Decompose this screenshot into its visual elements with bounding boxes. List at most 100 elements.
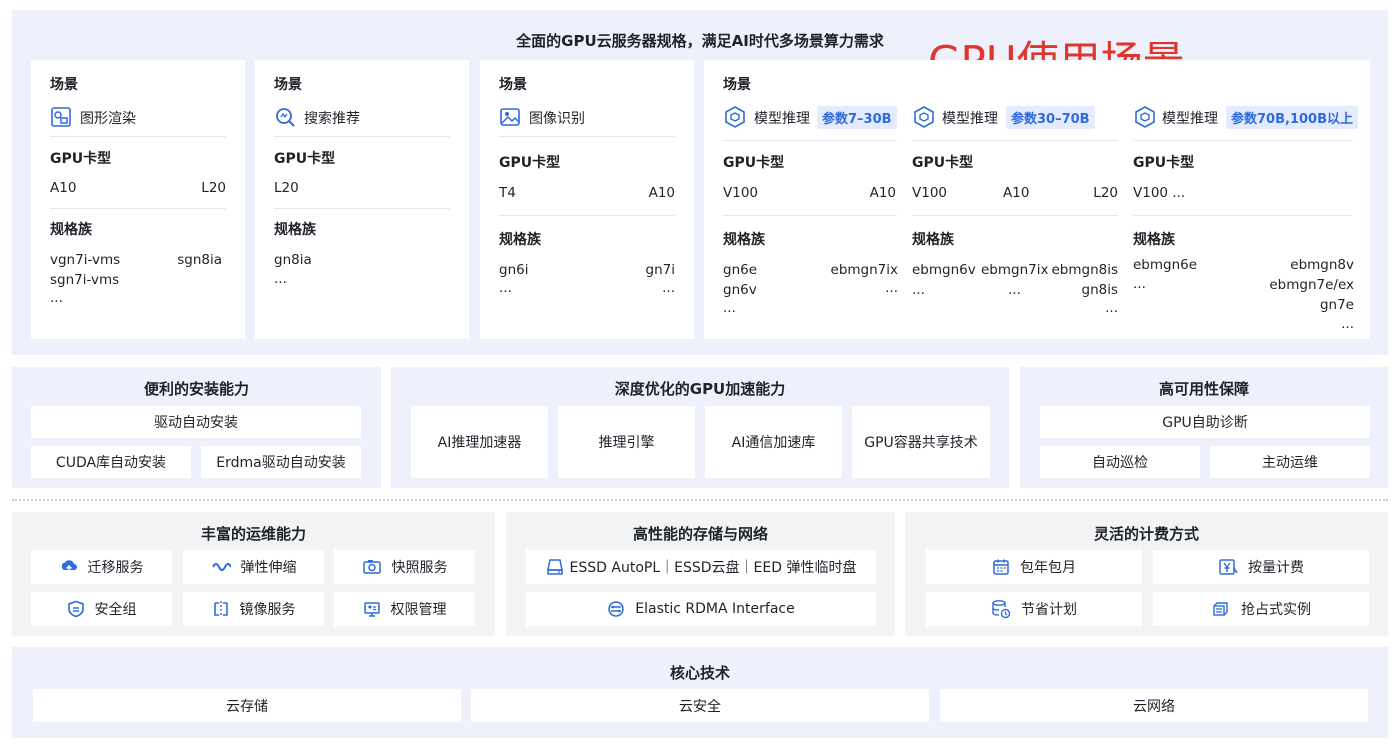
family-item: ... — [885, 280, 898, 296]
family-label: 规格族 — [50, 222, 92, 238]
family-item: ebmgn7e/ex — [1269, 277, 1354, 293]
gpu-model: A10 — [50, 180, 77, 196]
cube-icon — [912, 105, 936, 129]
accel-title: 深度优化的GPU加速能力 — [614, 380, 786, 398]
family-label: 规格族 — [723, 232, 765, 248]
billing-title: 灵活的计费方式 — [1093, 525, 1199, 543]
ops-title: 丰富的运维能力 — [200, 525, 306, 543]
render-icon — [50, 106, 72, 128]
cube-icon — [1133, 105, 1157, 129]
scene-name-inference: 模型推理 — [1162, 111, 1218, 127]
storage-item-label: ESSD AutoPL｜ESSD云盘｜EED 弹性临时盘 — [569, 560, 857, 576]
gpu-model: V100 — [723, 185, 759, 201]
storage-title: 高性能的存储与网络 — [632, 525, 768, 543]
ops-item-label: 镜像服务 — [239, 602, 296, 618]
family-item: ebmgn8v — [1290, 257, 1354, 273]
billing-item-annual: 包年包月 — [926, 550, 1142, 584]
divider — [499, 215, 675, 216]
install-item: CUDA库自动安装 — [31, 446, 191, 478]
scene-label: 场景 — [723, 77, 751, 93]
ha-item: 自动巡检 — [1040, 446, 1200, 478]
family-label: 规格族 — [274, 222, 316, 238]
scene-name-inference: 模型推理 — [754, 111, 810, 127]
ops-item-permission: 权限管理 — [334, 592, 475, 626]
ops-item-scaling: 弹性伸缩 — [183, 550, 324, 584]
divider — [50, 136, 226, 137]
billing-item-payg: 按量计费 — [1153, 550, 1369, 584]
divider — [723, 140, 897, 141]
divider — [912, 140, 1118, 141]
dotted-divider — [12, 499, 1388, 501]
scene-label: 场景 — [274, 77, 302, 93]
ops-item-label: 安全组 — [94, 602, 137, 618]
family-item: ... — [1133, 276, 1146, 292]
ops-item-security: 安全组 — [31, 592, 172, 626]
gpu-model: A10 — [648, 185, 675, 201]
family-label: 规格族 — [499, 232, 541, 248]
install-title: 便利的安装能力 — [143, 380, 249, 398]
ops-item-label: 快照服务 — [391, 560, 448, 576]
gpu-model: V100 — [912, 185, 948, 201]
family-item: ... — [50, 290, 63, 306]
family-item: gn7i — [645, 262, 675, 278]
storage-item-label: Elastic RDMA Interface — [635, 601, 795, 617]
ops-item-migrate: 迁移服务 — [31, 550, 172, 584]
mirror-icon — [212, 600, 230, 618]
family-item: gn8ia — [274, 252, 312, 268]
gpu-label: GPU卡型 — [499, 155, 561, 171]
cube-icon — [723, 105, 747, 129]
family-item: ebmgn6e — [1133, 257, 1198, 273]
billing-item-label: 节省计划 — [1021, 602, 1077, 618]
family-item: ebmgn7ix — [981, 262, 1049, 278]
family-item: ... — [1008, 282, 1021, 298]
family-item: gn6v — [723, 282, 757, 298]
gpu-model: V100 ... — [1133, 185, 1186, 201]
family-item: ... — [723, 300, 736, 316]
core-item: 云存储 — [33, 689, 461, 722]
family-item: ... — [1341, 316, 1354, 332]
scene-name-inference: 模型推理 — [942, 111, 998, 127]
family-item: ebmgn6v — [912, 262, 976, 278]
family-item: gn6i — [499, 262, 529, 278]
divider — [499, 136, 675, 137]
divider — [1133, 215, 1351, 216]
search-icon — [274, 106, 296, 128]
shield-icon — [67, 600, 85, 618]
yuan-icon — [1218, 558, 1238, 576]
gpu-model: L20 — [201, 180, 226, 196]
family-item: gn8is — [1081, 282, 1119, 298]
family-item: vgn7i-vms — [50, 252, 121, 268]
scene-name-image: 图像识别 — [529, 111, 585, 127]
gpu-model: A10 — [869, 185, 896, 201]
ha-item: 主动运维 — [1210, 446, 1370, 478]
accel-item: AI通信加速库 — [705, 406, 842, 478]
family-item: ebmgn7ix — [830, 262, 898, 278]
ha-item: GPU自助诊断 — [1040, 406, 1370, 438]
family-item: sgn7i-vms — [50, 272, 120, 288]
billing-item-label: 抢占式实例 — [1241, 602, 1311, 618]
core-item: 云安全 — [471, 689, 929, 722]
gpu-label: GPU卡型 — [274, 151, 336, 167]
scene-name-render: 图形渲染 — [80, 111, 136, 127]
billing-item-label: 包年包月 — [1020, 560, 1076, 576]
family-item: ... — [499, 280, 512, 296]
family-label: 规格族 — [1133, 232, 1175, 248]
divider — [274, 208, 450, 209]
divider — [50, 208, 226, 209]
family-item: ... — [274, 271, 287, 287]
ops-item-label: 权限管理 — [390, 602, 447, 618]
wave-icon — [211, 558, 231, 576]
family-item: ... — [662, 280, 675, 296]
gpu-model: A10 — [1003, 185, 1030, 201]
database-clock-icon — [991, 599, 1011, 619]
scene-card-render — [31, 60, 245, 339]
accel-item: AI推理加速器 — [411, 406, 548, 478]
family-item: ebmgn8is — [1051, 262, 1118, 278]
param-badge: 参数30–70B — [1006, 106, 1095, 129]
accel-item: GPU容器共享技术 — [852, 406, 990, 478]
scene-card-search — [255, 60, 469, 339]
gpu-spec-title: 全面的GPU云服务器规格，满足AI时代多场景算力需求 — [516, 32, 884, 50]
gpu-model: L20 — [1093, 185, 1118, 201]
ops-item-mirror: 镜像服务 — [183, 592, 324, 626]
install-item: 驱动自动安装 — [31, 406, 361, 438]
